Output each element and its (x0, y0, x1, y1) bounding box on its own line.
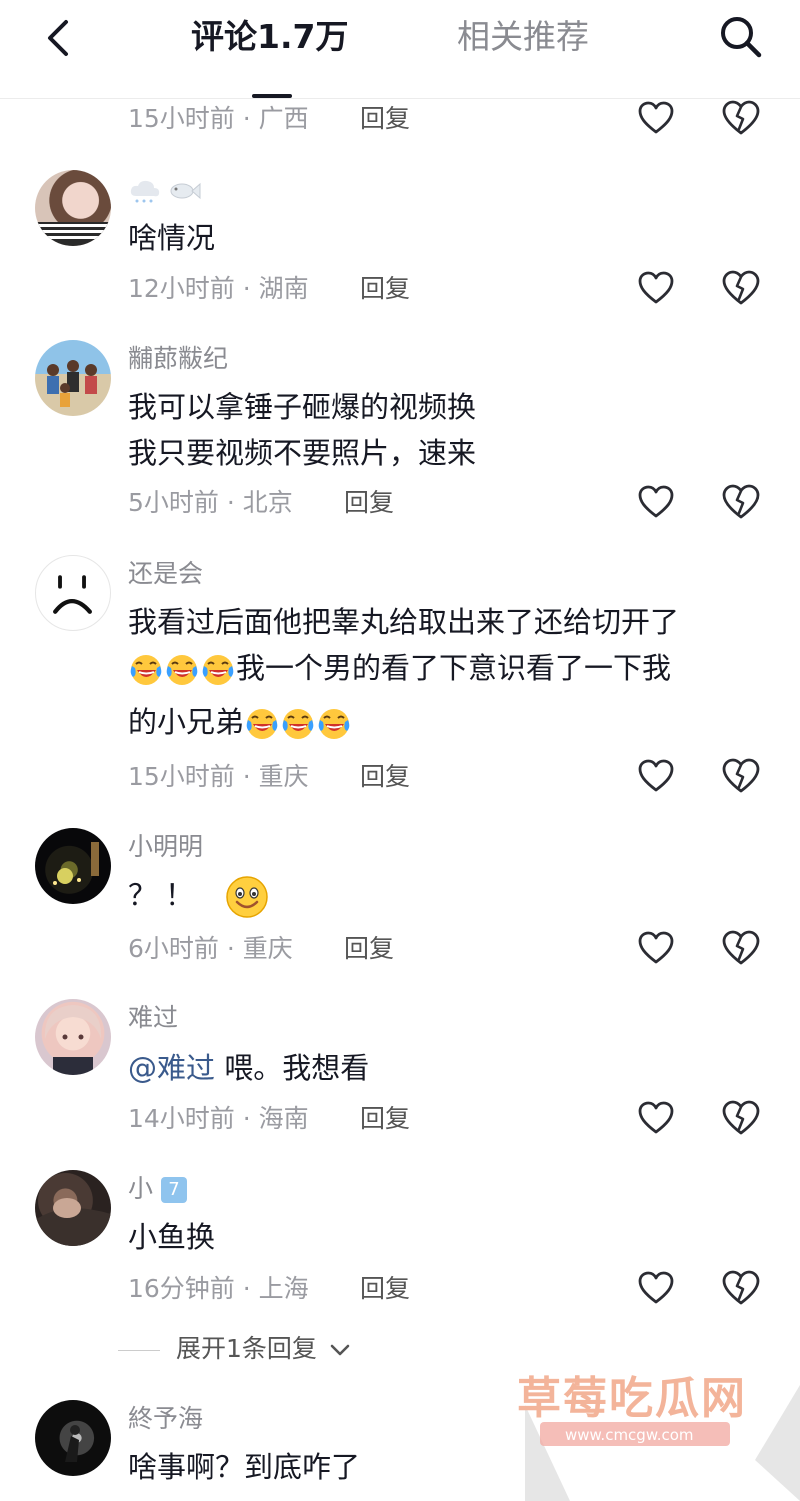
comment-text-segment: 的小兄弟 (128, 705, 245, 739)
username-emoji (128, 178, 201, 208)
cloud-icon (130, 180, 160, 203)
tab-comments[interactable]: 评论1.7万 (191, 15, 348, 59)
comment-text-line: 我只要视频不要照片，速来 (128, 436, 477, 470)
comment-meta: 14小时前 · 海南 (128, 1104, 309, 1133)
rolling-laughing-emoji (245, 707, 279, 741)
broken-heart-icon[interactable] (722, 100, 760, 136)
avatar[interactable] (35, 340, 111, 416)
comment-meta: 15小时前 · 重庆 (128, 762, 309, 791)
comment-text-line: 我看过后面他把睾丸给取出来了还给切开了 (128, 605, 680, 639)
comment-text: 啥情况 (128, 221, 216, 255)
heart-outline-icon[interactable] (638, 1101, 674, 1135)
comment-text: 啥事啊？到底咋了 (128, 1450, 361, 1484)
username-badge: 7 (160, 1177, 187, 1203)
heart-outline-icon[interactable] (638, 1271, 674, 1305)
username[interactable]: 难过 (128, 1002, 178, 1034)
username-text: 小 (128, 1174, 154, 1203)
broken-heart-icon[interactable] (722, 758, 760, 794)
rolling-laughing-emoji (281, 707, 315, 741)
username[interactable]: 終予海 (128, 1403, 203, 1435)
broken-heart-icon[interactable] (722, 484, 760, 520)
comment-meta: 16分钟前 · 上海 (128, 1274, 309, 1303)
tab-active-indicator (252, 94, 292, 98)
heart-outline-icon[interactable] (638, 759, 674, 793)
comment-text-line: @难过 喂。我想看 (128, 1045, 369, 1091)
comment-meta: 15小时前 · 广西 (128, 104, 309, 133)
rolling-laughing-emoji (129, 653, 163, 687)
broken-heart-icon[interactable] (722, 1100, 760, 1136)
search-icon[interactable] (716, 12, 764, 60)
username[interactable]: 还是会 (128, 558, 203, 590)
heart-outline-icon[interactable] (638, 101, 674, 135)
comment-text-line: ？！ (128, 872, 269, 919)
rolling-laughing-emoji (201, 653, 235, 687)
comment-meta: 6小时前 · 重庆 (128, 934, 293, 963)
rolling-laughing-emoji (317, 707, 351, 741)
reply-button[interactable]: 回复 (360, 103, 410, 135)
broken-heart-icon[interactable] (722, 930, 760, 966)
reply-button[interactable]: 回复 (360, 1273, 410, 1305)
reply-button[interactable]: 回复 (344, 487, 394, 519)
comment-text-segment: ？！ (128, 878, 203, 912)
watermark-url: www.cmcgw.com (565, 1426, 694, 1444)
comment-text-segment: 我一个男的看了下意识看了一下我 (236, 651, 672, 685)
heart-outline-icon[interactable] (638, 271, 674, 305)
fish-icon (170, 182, 201, 200)
broken-heart-icon[interactable] (722, 270, 760, 306)
avatar[interactable] (35, 1170, 111, 1246)
username[interactable]: 黼蓈黻纪 (128, 343, 228, 375)
heart-outline-icon[interactable] (638, 931, 674, 965)
comment-meta: 5小时前 · 北京 (128, 488, 293, 517)
username[interactable]: 小明明 (128, 831, 203, 863)
broken-heart-icon[interactable] (722, 1270, 760, 1306)
avatar[interactable] (35, 555, 111, 631)
comment-text-segment: 喂。我想看 (215, 1051, 370, 1085)
divider (118, 1349, 160, 1351)
comment-text-line: 我一个男的看了下意识看了一下我 (128, 645, 671, 691)
tab-related[interactable]: 相关推荐 (457, 15, 589, 59)
avatar[interactable] (35, 1400, 111, 1476)
chevron-down-icon (330, 1344, 350, 1356)
watermark-title: 草莓吃瓜网 (517, 1373, 747, 1424)
comment-text-line: 的小兄弟 (128, 699, 352, 745)
heart-outline-icon[interactable] (638, 485, 674, 519)
reply-button[interactable]: 回复 (360, 273, 410, 305)
chevron-left-icon[interactable] (40, 18, 80, 58)
reply-button[interactable]: 回复 (344, 933, 394, 965)
comment-text: 小鱼换 (128, 1220, 216, 1254)
top-bar: 评论1.7万 相关推荐 (0, 0, 800, 99)
reply-button[interactable]: 回复 (360, 761, 410, 793)
username[interactable]: 小 7 (128, 1173, 187, 1205)
expand-replies-label: 展开1条回复 (176, 1334, 317, 1363)
reply-button[interactable]: 回复 (360, 1103, 410, 1135)
watermark: 草莓吃瓜网 www.cmcgw.com (515, 1360, 800, 1501)
expand-replies-button[interactable]: 展开1条回复 (118, 1333, 351, 1365)
smile-emoji (225, 875, 269, 919)
avatar[interactable] (35, 828, 111, 904)
mention-link[interactable]: @难过 (128, 1051, 215, 1085)
avatar[interactable] (35, 170, 111, 246)
comment-meta: 12小时前 · 湖南 (128, 274, 309, 303)
comment-text-line: 我可以拿锤子砸爆的视频换 (128, 390, 477, 424)
avatar[interactable] (35, 999, 111, 1075)
rolling-laughing-emoji (165, 653, 199, 687)
